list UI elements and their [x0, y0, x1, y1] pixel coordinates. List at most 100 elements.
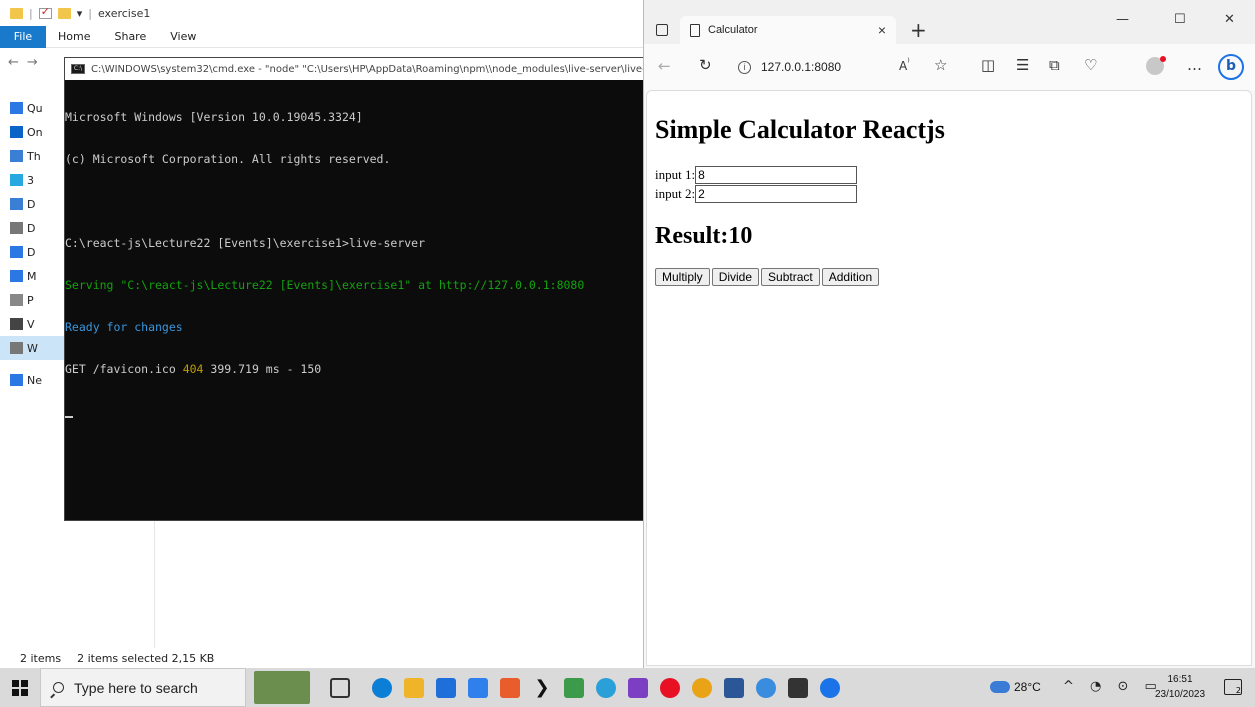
task-view-icon[interactable] — [330, 678, 350, 698]
cmd-line — [65, 194, 643, 208]
refresh-icon[interactable]: ↻ — [699, 56, 712, 74]
tab-actions-icon[interactable] — [656, 24, 668, 36]
browser-tab-bar: Calculator × + — ☐ ✕ — [644, 0, 1255, 44]
news-widget-icon[interactable] — [254, 671, 310, 704]
sidebar-item-label: D — [27, 245, 36, 259]
file-explorer-icon[interactable] — [404, 678, 424, 698]
close-window-icon[interactable]: ✕ — [1224, 12, 1235, 27]
search-icon — [53, 682, 64, 693]
page-content: Simple Calculator Reactjs input 1: 8 inp… — [646, 90, 1252, 666]
favorite-star-icon[interactable]: ☆ — [934, 56, 947, 74]
notification-center-icon[interactable]: 2 — [1224, 679, 1242, 695]
chrome-profile-icon[interactable] — [756, 678, 776, 698]
minimize-icon[interactable]: — — [1116, 12, 1129, 27]
taskbar-search[interactable]: Type here to search — [40, 668, 246, 707]
explorer-nav: ← → — [0, 48, 64, 76]
sidebar-item[interactable]: D — [0, 192, 64, 216]
ribbon-tab-file[interactable]: File — [0, 25, 46, 48]
tab-calculator[interactable]: Calculator × — [680, 16, 896, 44]
new-tab-icon[interactable]: + — [910, 18, 927, 42]
addition-button[interactable]: Addition — [821, 268, 880, 286]
weather-widget[interactable]: 28°C — [990, 680, 1041, 694]
cmd-line: C:\react-js\Lecture22 [Events]\exercise1… — [65, 236, 426, 250]
cmd-line: Microsoft Windows [Version 10.0.19045.33… — [65, 110, 363, 124]
more-options-icon[interactable]: … — [1187, 56, 1202, 74]
word-icon[interactable] — [724, 678, 744, 698]
input1-field[interactable]: 8 — [695, 165, 858, 184]
folder-icon — [10, 7, 23, 19]
chrome-icon[interactable] — [692, 678, 712, 698]
browser-toolbar: ← ↻ i 127.0.0.1:8080 A⁾ ☆ ◫ ☰ ⧉ ♡ … b — [644, 44, 1255, 90]
ribbon-tab-view[interactable]: View — [158, 30, 208, 43]
cmd-get-suffix: 399.719 ms - 150 — [203, 362, 322, 376]
sidebar-item[interactable]: P — [0, 288, 64, 312]
cmd-prompt-line[interactable] — [65, 404, 643, 418]
cmd-line-serving: Serving "C:\react-js\Lecture22 [Events]\… — [65, 278, 585, 292]
sidebar-item-label: D — [27, 197, 36, 211]
cmd-taskbar-icon[interactable] — [788, 678, 808, 698]
quick-access-dropdown-icon[interactable]: ▾ — [77, 7, 83, 20]
browser-essentials-icon[interactable]: ♡ — [1084, 56, 1097, 74]
sidebar-item[interactable]: D — [0, 240, 64, 264]
close-tab-icon[interactable]: × — [878, 22, 886, 38]
edge-icon[interactable] — [372, 678, 392, 698]
collections-icon[interactable]: ⧉ — [1049, 56, 1060, 74]
address-bar[interactable]: i 127.0.0.1:8080 — [734, 53, 894, 81]
maximize-icon[interactable]: ☐ — [1174, 12, 1186, 27]
telegram-icon[interactable] — [596, 678, 616, 698]
cmd-output[interactable]: Microsoft Windows [Version 10.0.19045.33… — [65, 82, 643, 446]
sidebar-item[interactable]: D — [0, 216, 64, 240]
pane-divider — [154, 520, 155, 648]
terminal-icon[interactable]: ❯ — [532, 678, 552, 698]
sidebar-item[interactable]: W — [0, 336, 64, 360]
cmd-titlebar[interactable]: C:\ C:\WINDOWS\system32\cmd.exe - "node"… — [65, 58, 643, 80]
bing-copilot-icon[interactable]: b — [1218, 54, 1244, 80]
site-info-icon[interactable]: i — [738, 60, 751, 74]
operation-buttons: Multiply Divide Subtract Addition — [655, 268, 1243, 286]
favorites-icon[interactable]: ☰ — [1016, 56, 1029, 74]
sidebar-item[interactable]: V — [0, 312, 64, 336]
app-icon[interactable] — [500, 678, 520, 698]
subtract-button[interactable]: Subtract — [761, 268, 820, 286]
read-aloud-icon[interactable]: A⁾ — [899, 57, 910, 73]
divide-button[interactable]: Divide — [711, 268, 760, 286]
notepad-icon[interactable] — [564, 678, 584, 698]
system-tray-icons[interactable]: ^ ◔ ⊙ ▭ — [1063, 679, 1163, 694]
mail-icon[interactable] — [436, 678, 456, 698]
taskbar-clock[interactable]: 16:51 23/10/2023 — [1150, 672, 1210, 702]
sidebar-item-label: W — [27, 341, 38, 355]
properties-icon[interactable] — [38, 5, 52, 19]
sidebar-item-label: V — [27, 317, 35, 331]
profile-avatar-icon[interactable] — [1146, 56, 1166, 75]
sidebar-item[interactable]: Qu — [0, 96, 64, 120]
multiply-button[interactable]: Multiply — [655, 268, 710, 286]
address-text[interactable]: 127.0.0.1:8080 — [761, 60, 841, 74]
pictures-icon — [10, 294, 23, 306]
sidebar-item[interactable]: M — [0, 264, 64, 288]
windows-start-icon[interactable] — [12, 680, 28, 696]
forward-arrow-icon[interactable]: → — [27, 55, 38, 70]
sidebar-item-label: 3 — [27, 173, 34, 187]
music-icon — [10, 270, 23, 282]
sidebar-item[interactable]: On — [0, 120, 64, 144]
cmd-line: (c) Microsoft Corporation. All rights re… — [65, 152, 391, 166]
ribbon-tab-share[interactable]: Share — [102, 30, 158, 43]
cmd-window[interactable]: C:\ C:\WINDOWS\system32\cmd.exe - "node"… — [64, 57, 644, 521]
weather-temperature: 28°C — [1014, 680, 1041, 694]
dev-cpp-icon[interactable] — [628, 678, 648, 698]
opera-icon[interactable] — [660, 678, 680, 698]
ribbon-tab-home[interactable]: Home — [46, 30, 102, 43]
sidebar-item[interactable]: Th — [0, 144, 64, 168]
back-arrow-icon[interactable]: ← — [8, 55, 19, 70]
input2-field[interactable]: 2 — [695, 184, 858, 203]
back-icon[interactable]: ← — [658, 57, 671, 75]
clock-time: 16:51 — [1167, 674, 1193, 685]
page-title: Simple Calculator Reactjs — [655, 115, 945, 144]
sidebar-item[interactable]: Ne — [0, 368, 64, 392]
new-folder-icon[interactable] — [57, 7, 71, 19]
cloud-icon — [10, 126, 23, 138]
help-icon[interactable] — [820, 678, 840, 698]
store-icon[interactable] — [468, 678, 488, 698]
split-screen-icon[interactable]: ◫ — [981, 56, 995, 74]
sidebar-item[interactable]: 3 — [0, 168, 64, 192]
